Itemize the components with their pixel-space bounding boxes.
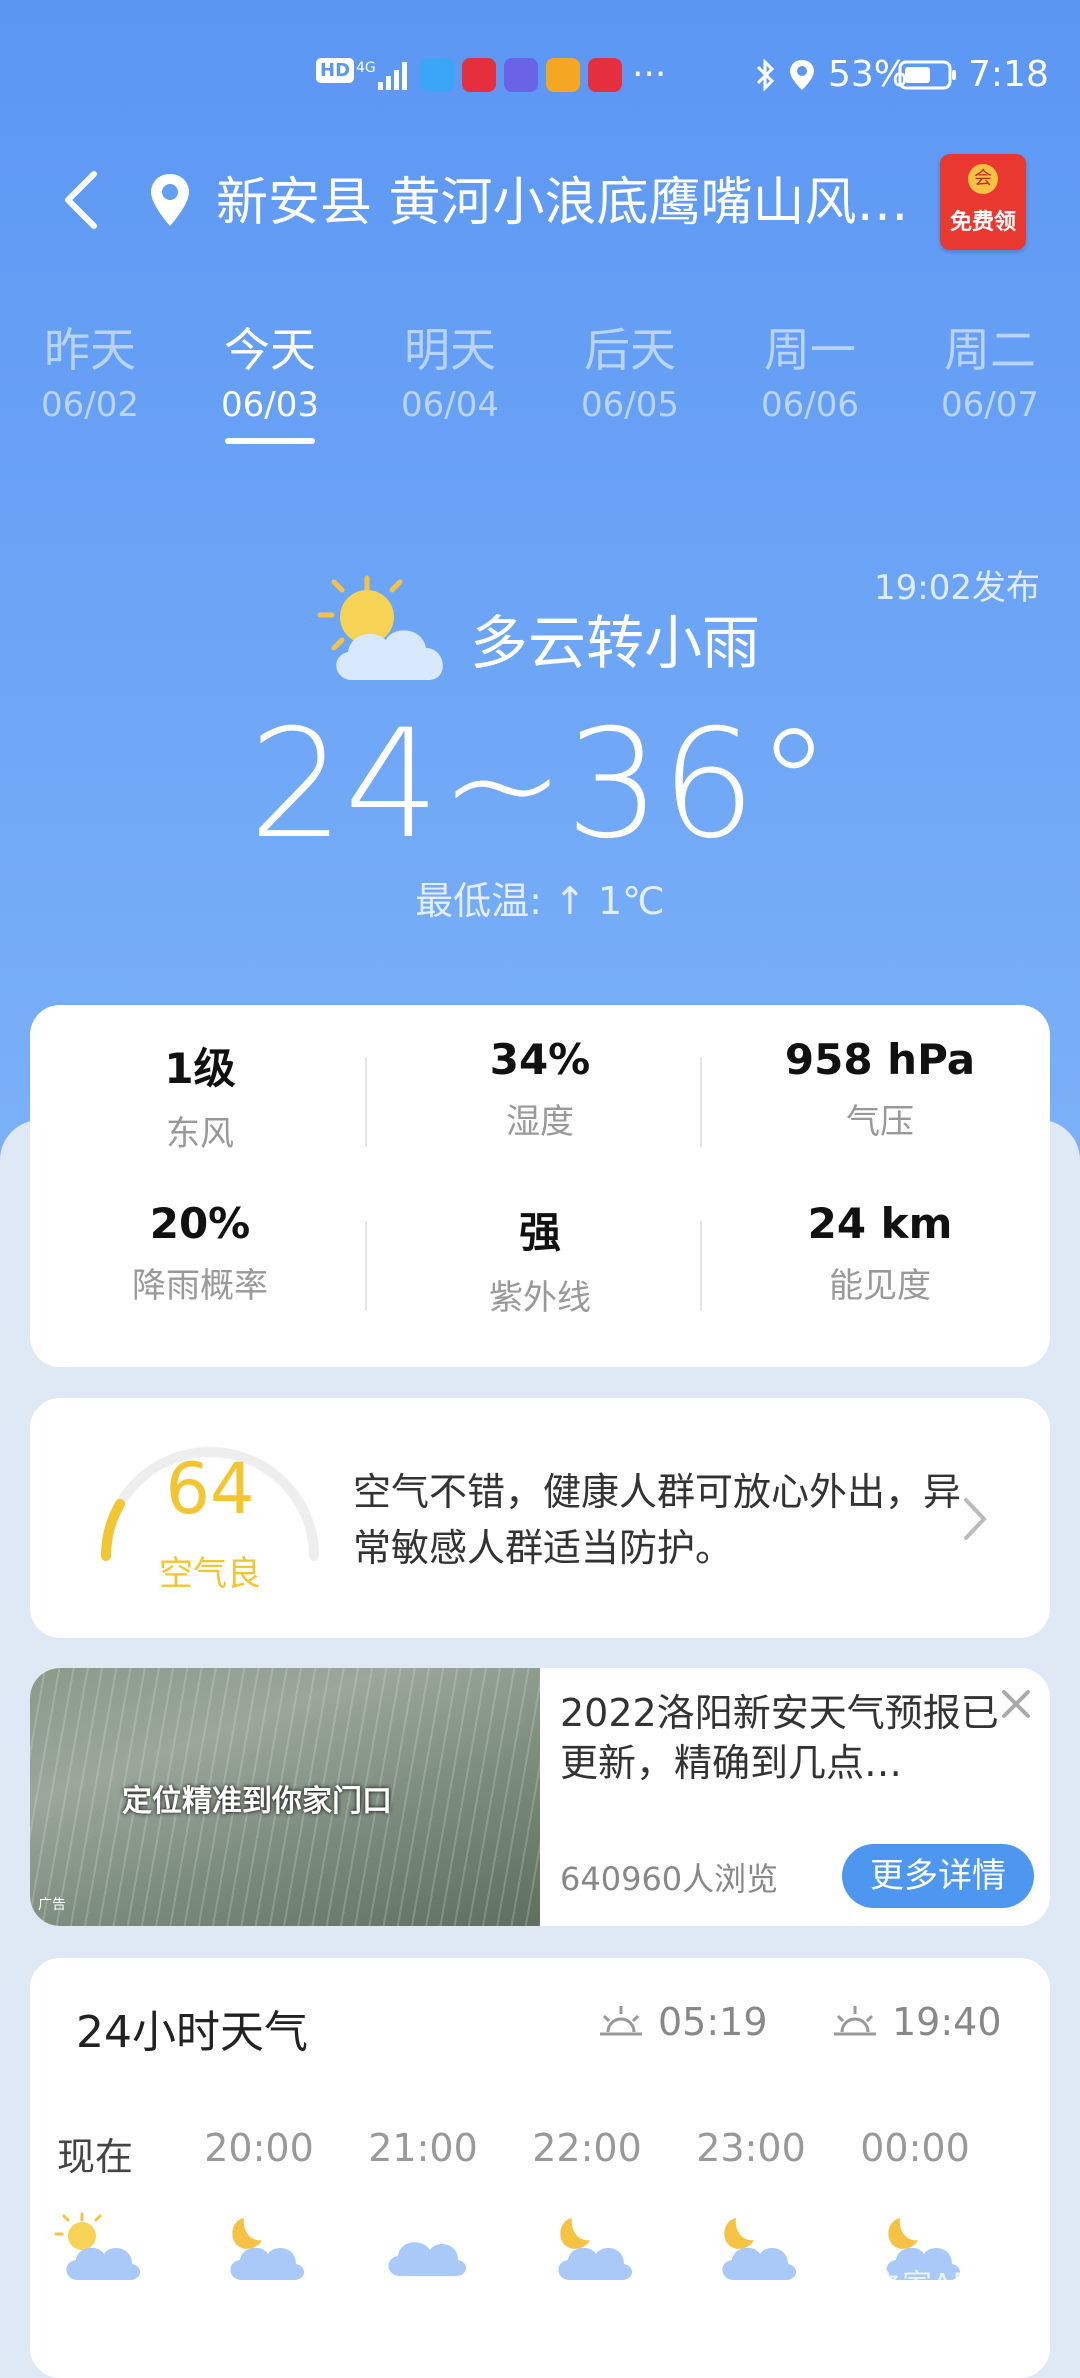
promo-label: 免费领 [949, 210, 1016, 235]
tab-tuesday[interactable]: 周二 06/07 [900, 320, 1080, 430]
music-icon [504, 58, 538, 92]
battery-icon [898, 58, 958, 92]
divider [700, 1057, 702, 1147]
hour-22: 22:00 [532, 2126, 642, 2170]
hourly-title: 24小时天气 [76, 2007, 308, 2058]
aqi-value: 64 [165, 1448, 255, 1530]
weather-app-icon [420, 58, 454, 92]
close-icon[interactable] [996, 1684, 1036, 1724]
stat-wind: 1级 东风 [164, 1044, 236, 1154]
published-time: 19:02发布 [874, 568, 1040, 608]
coin-icon: 会 [968, 164, 998, 194]
bluetooth-icon [754, 58, 778, 92]
app-notification-icon [588, 58, 622, 92]
aqi-level: 空气良 [159, 1554, 261, 1594]
aqi-description: 空气不错，健康人群可放心外出，异常敏感人群适当防护。 [353, 1470, 962, 1570]
chevron-right-icon [964, 1498, 987, 1540]
partly-cloudy-night-icon [722, 2218, 797, 2280]
hour-20: 20:00 [204, 2126, 314, 2170]
app-notification-icon [462, 58, 496, 92]
ad-card[interactable]: 定位精准到你家门口 广告 2022洛阳新安天气预报已更新，精确到几点… 6409… [30, 1668, 1050, 1926]
svg-text:4G: 4G [356, 60, 376, 76]
sunset-info: 19:40 [832, 2000, 1002, 2044]
clock: 7:18 [968, 54, 1049, 95]
tab-monday[interactable]: 周一 06/06 [720, 320, 900, 430]
sunrise-info: 05:19 [598, 2000, 768, 2044]
location-icon [788, 58, 816, 92]
divider [365, 1057, 367, 1147]
red-packet-promo-button[interactable]: 会 免费领 [940, 154, 1026, 250]
sunset-icon [834, 2006, 876, 2036]
tab-today[interactable]: 今天 06/03 [180, 320, 360, 444]
sunrise-time: 05:19 [658, 2000, 768, 2044]
chevron-left-icon [65, 171, 97, 229]
hour-23: 23:00 [696, 2126, 806, 2170]
ad-image[interactable]: 定位精准到你家门口 广告 [30, 1668, 540, 1926]
ad-image-caption: 定位精准到你家门口 [122, 1784, 392, 1819]
air-quality-card[interactable]: 64 空气良 空气不错，健康人群可放心外出，异常敏感人群适当防护。 [30, 1398, 1050, 1638]
ad-title[interactable]: 2022洛阳新安天气预报已更新，精确到几点… [560, 1688, 1030, 1788]
sunrise-icon [600, 2006, 642, 2036]
divider [365, 1221, 367, 1311]
tab-active-indicator [225, 438, 315, 444]
stat-humidity: 34% 湿度 [489, 1035, 591, 1142]
tab-tomorrow[interactable]: 明天 06/04 [360, 320, 540, 430]
partly-cloudy-night-icon [558, 2218, 633, 2280]
battery-percent: 53% [828, 54, 909, 95]
ad-badge: 广告 [38, 1897, 66, 1913]
location-pin-icon [148, 172, 192, 228]
stat-uv: 强紫外线 [489, 1208, 591, 1318]
partly-cloudy-day-icon [54, 2212, 141, 2280]
tab-day-after[interactable]: 后天 06/05 [540, 320, 720, 430]
tab-yesterday[interactable]: 昨天 06/02 [0, 320, 180, 430]
back-button[interactable] [58, 168, 102, 232]
hour-now: 现在 [56, 2135, 133, 2179]
ad-view-count: 640960人浏览 [560, 1860, 779, 1898]
more-details-button[interactable]: 更多详情 [842, 1844, 1034, 1908]
stat-visibility: 24 km 能见度 [807, 1199, 953, 1306]
hourly-forecast-card: 24小时天气 05:19 19:40 现在 20:00 21:00 22:00 … [30, 1958, 1050, 2378]
min-temp-change: 最低温: ↑ 1℃ [415, 879, 665, 923]
hd-icon: HD [316, 58, 355, 83]
temperature-range: 24~36° [248, 698, 832, 872]
cloudy-icon [388, 2242, 467, 2276]
divider [700, 1221, 702, 1311]
weather-stats-card: 1级 东风 34% 湿度 958 hPa 气压 20% 降雨概率 强紫外线 24 km 能… [30, 1005, 1050, 1367]
partly-cloudy-day-icon [312, 570, 462, 700]
status-bar: HD 4G ··· 53% 7:18 [0, 52, 1080, 102]
sunset-time: 19:40 [892, 2000, 1002, 2044]
shopping-icon [546, 58, 580, 92]
more-notifications: ··· [632, 54, 667, 95]
location-title[interactable]: 新安县 黄河小浪底鹰嘴山风… [216, 160, 936, 235]
hour-00: 00:00 [860, 2126, 970, 2170]
hour-21: 21:00 [368, 2126, 478, 2170]
signal-icon: 4G [356, 58, 412, 92]
partly-cloudy-night-icon [230, 2218, 305, 2280]
stat-rain-probability: 20% 降雨概率 [132, 1199, 268, 1306]
weather-condition: 多云转小雨 [470, 609, 761, 677]
stat-pressure: 958 hPa 气压 [784, 1035, 976, 1142]
watermark: 野钓之家APP [812, 2268, 989, 2303]
